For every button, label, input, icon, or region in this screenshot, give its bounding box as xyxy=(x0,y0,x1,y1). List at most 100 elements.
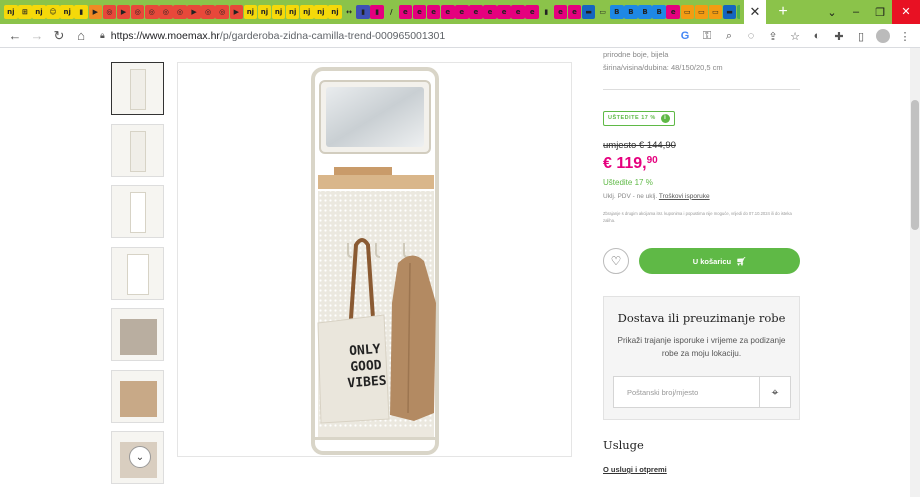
browser-tab[interactable]: nj xyxy=(32,5,46,19)
browser-tab[interactable]: ◎ xyxy=(102,5,117,19)
browser-tab[interactable]: ◎ xyxy=(144,5,159,19)
browser-tab[interactable]: B xyxy=(624,5,638,19)
share-icon[interactable]: ⇪ xyxy=(762,30,784,43)
browser-tab[interactable]: ▮ xyxy=(356,5,370,19)
browser-tab[interactable]: nj xyxy=(328,5,342,19)
maximize-icon[interactable]: ❐ xyxy=(868,6,892,19)
sidepanel-icon[interactable]: ▯ xyxy=(850,30,872,43)
wishlist-button[interactable]: ♡ xyxy=(603,248,629,274)
browser-tab[interactable]: nj xyxy=(257,5,272,19)
browser-tab[interactable]: ⊞ xyxy=(18,5,32,19)
browser-tab[interactable]: B xyxy=(638,5,652,19)
minimize-icon[interactable]: – xyxy=(844,6,868,18)
browser-tab[interactable]: ▭ xyxy=(708,5,723,19)
browser-tab[interactable]: e xyxy=(398,5,413,19)
services-link[interactable]: O uslugi i otpremi xyxy=(603,465,667,474)
browser-tab[interactable]: nj xyxy=(60,5,74,19)
puzzle-icon[interactable]: ✚ xyxy=(828,30,850,43)
browser-tab[interactable]: ▭ xyxy=(694,5,709,19)
info-icon[interactable]: i xyxy=(660,113,670,123)
thumbnail-6[interactable] xyxy=(111,369,164,423)
tab-strip: nj ⊞ nj ☺ nj ▮ ▶ ◎ ▶ ◎ ◎ ◎ ◎ ▶ ◎ ◎ ▶ nj nj nj nj nj nj nj ↔ ▮ ▮ / e e… xyxy=(0,0,920,24)
browser-tab[interactable]: ▮ xyxy=(370,5,385,19)
browser-tab[interactable]: ▭ xyxy=(680,5,695,19)
browser-tab[interactable]: e xyxy=(426,5,441,19)
thumbnail-2[interactable] xyxy=(111,123,164,177)
menu-icon[interactable]: ⋮ xyxy=(894,30,916,43)
browser-tab[interactable]: B xyxy=(652,5,666,19)
browser-tab[interactable]: e xyxy=(553,5,568,19)
browser-tab[interactable]: ▮ xyxy=(539,5,554,19)
browser-tab[interactable]: e xyxy=(440,5,455,19)
locate-button[interactable]: ⌖ xyxy=(759,377,790,407)
back-icon[interactable]: ← xyxy=(4,28,26,43)
browser-tab[interactable]: nj xyxy=(243,5,258,19)
tab-search-icon[interactable]: ⌄ xyxy=(820,6,844,19)
browser-tab[interactable]: ▭ xyxy=(595,5,610,19)
profile-avatar[interactable] xyxy=(876,29,890,43)
browser-tab[interactable]: ▶ xyxy=(187,5,201,19)
browser-tab[interactable]: nj xyxy=(314,5,328,19)
toolbar-icons: G ⚿ ⌕ ◌ ⇪ ☆ ◐ ✚ ▯ ⋮ xyxy=(674,24,916,48)
thumbnail-3[interactable] xyxy=(111,185,164,238)
browser-tab[interactable]: / xyxy=(384,5,399,19)
thumbnail-gallery xyxy=(111,62,164,493)
browser-tab[interactable]: ↔ xyxy=(342,5,356,19)
forward-icon[interactable]: → xyxy=(26,28,48,43)
browser-tab[interactable]: nj xyxy=(4,5,18,19)
browser-tab[interactable]: ◎ xyxy=(130,5,145,19)
shipping-costs-link[interactable]: Troškovi isporuke xyxy=(659,193,710,200)
thumbnail-5[interactable] xyxy=(111,308,164,361)
browser-tab[interactable]: ◎ xyxy=(159,5,173,19)
close-tab-icon[interactable]: ✕ xyxy=(750,4,761,20)
window-controls: ⌄ – ❐ ✕ xyxy=(820,0,920,24)
address-bar[interactable]: 🔒︎ https://www.moemax.hr/p/garderoba-zid… xyxy=(100,27,680,45)
browser-tab[interactable]: e xyxy=(666,5,680,19)
thumbnails-scroll-down-button[interactable]: ⌄ xyxy=(129,446,151,468)
google-icon[interactable]: G xyxy=(674,30,696,42)
browser-tab[interactable]: e xyxy=(412,5,427,19)
browser-tab[interactable]: nj xyxy=(271,5,286,19)
browser-tab[interactable]: e xyxy=(497,5,511,19)
page-scrollbar[interactable] xyxy=(910,48,920,497)
browser-tab[interactable]: nj xyxy=(285,5,300,19)
browser-tab[interactable]: ◎ xyxy=(215,5,229,19)
browser-tab[interactable]: ▬ xyxy=(581,5,596,19)
browser-tab[interactable]: e xyxy=(469,5,483,19)
zoom-icon[interactable]: ⌕ xyxy=(718,30,740,43)
browser-tab[interactable]: e xyxy=(567,5,582,19)
bookmark-star-icon[interactable]: ☆ xyxy=(784,30,806,43)
browser-tab[interactable]: nj xyxy=(299,5,314,19)
thumbnail-1[interactable] xyxy=(111,62,164,115)
browser-tab[interactable]: ▶ xyxy=(229,5,244,19)
browser-tab[interactable]: ☺ xyxy=(46,5,60,19)
main-product-image[interactable]: ONLY GOOD VIBES xyxy=(177,62,572,457)
thumbnail-4[interactable] xyxy=(111,246,164,300)
browser-tab[interactable]: ▮ xyxy=(74,5,89,19)
home-icon[interactable]: ⌂ xyxy=(70,28,92,43)
scrollbar-thumb[interactable] xyxy=(911,100,919,230)
extension-icon[interactable]: ◐ xyxy=(806,30,828,42)
close-window-icon[interactable]: ✕ xyxy=(892,0,920,24)
browser-tab[interactable]: ▬ xyxy=(722,5,737,19)
lock-icon[interactable]: 🔒︎ xyxy=(100,30,105,41)
browser-tab[interactable]: e xyxy=(455,5,469,19)
old-price: umjesto € 144,90 xyxy=(603,139,676,151)
reload-icon[interactable]: ↻ xyxy=(48,28,70,44)
browser-tab[interactable]: ▶ xyxy=(116,5,131,19)
browser-tab[interactable]: ◎ xyxy=(173,5,187,19)
browser-tab[interactable]: B xyxy=(610,5,624,19)
zip-input[interactable] xyxy=(614,377,760,407)
browser-tab[interactable]: e xyxy=(483,5,497,19)
active-tab[interactable]: ✕ xyxy=(744,0,766,24)
browser-tab[interactable]: e xyxy=(511,5,525,19)
browser-tab[interactable]: e xyxy=(525,5,540,19)
url-host: https://www.moemax.hr xyxy=(110,29,220,42)
new-tab-button[interactable]: + xyxy=(772,3,794,21)
add-to-cart-button[interactable]: U košaricu 🛒︎ xyxy=(639,248,800,274)
key-icon[interactable]: ⚿ xyxy=(696,30,718,43)
eye-off-icon[interactable]: ◌ xyxy=(740,30,762,42)
browser-tab[interactable]: ▶ xyxy=(88,5,103,19)
browser-tab[interactable]: ◎ xyxy=(736,5,740,19)
browser-tab[interactable]: ◎ xyxy=(201,5,215,19)
